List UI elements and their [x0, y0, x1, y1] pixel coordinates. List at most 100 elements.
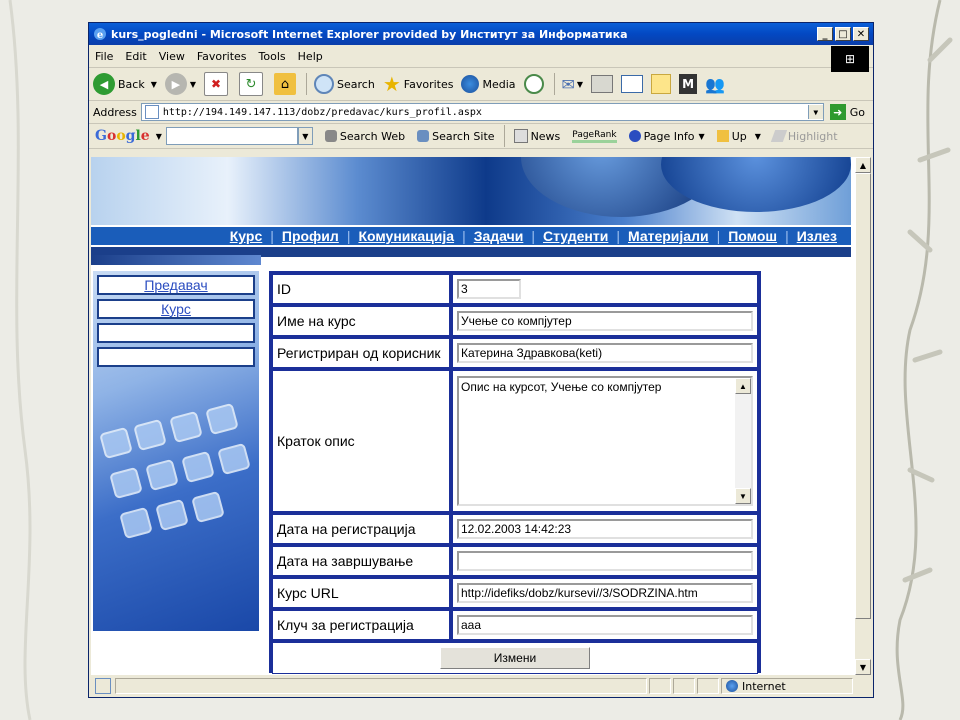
nav-tasks[interactable]: Задачи	[466, 228, 532, 244]
media-button[interactable]: Media	[457, 70, 519, 98]
forward-button[interactable]: ▶ ▼	[161, 70, 200, 98]
registration-date-field[interactable]: 12.02.2003 14:42:23	[457, 519, 753, 539]
end-date-field[interactable]	[457, 551, 753, 571]
nav-profile[interactable]: Профил	[274, 228, 347, 244]
stop-icon: ✖	[204, 72, 229, 96]
highlighter-icon	[770, 130, 788, 142]
address-dropdown-button[interactable]: ▼	[807, 105, 823, 119]
nav-students[interactable]: Студенти	[535, 228, 616, 244]
history-button[interactable]	[520, 70, 551, 98]
edit-icon	[621, 75, 644, 93]
status-cell	[697, 678, 719, 694]
nav-course[interactable]: Курс	[222, 228, 270, 244]
mail-button[interactable]: ✉ ▼	[558, 70, 588, 98]
go-label: Go	[849, 105, 865, 119]
registered-by-field[interactable]: Катерина Здравкова(keti)	[457, 343, 753, 363]
search-button[interactable]: Search	[310, 70, 379, 98]
search-site-button[interactable]: Search Site	[411, 130, 500, 143]
end-date-label: Дата на завршување	[272, 546, 450, 576]
print-icon	[591, 75, 614, 93]
sidebar-item-course[interactable]: Курс	[97, 299, 255, 319]
stop-button[interactable]: ✖	[200, 70, 235, 98]
note-icon	[651, 74, 672, 94]
google-search-dropdown[interactable]: ▼	[297, 127, 313, 145]
refresh-button[interactable]: ↻	[235, 70, 270, 98]
up-button[interactable]: Up ▼	[711, 130, 767, 143]
nav-materials[interactable]: Материјали	[620, 228, 717, 244]
highlight-button[interactable]: Highlight	[767, 130, 844, 143]
page-viewport: Курс | Профил | Комуникација | Задачи | Студ…	[91, 157, 855, 675]
registered-by-cell: Катерина Здравкова(keti)	[452, 338, 758, 368]
mail-icon: ✉	[561, 74, 575, 94]
form-row-id: ID 3	[272, 274, 758, 304]
menu-file[interactable]: File	[89, 50, 119, 63]
description-textarea[interactable]: Опис на курсот, Учење со компјутер ▲ ▼	[457, 376, 753, 506]
standard-toolbar: ◀ Back ▼ ▶ ▼ ✖ ↻ ⌂ Search ★ Favorites Me…	[89, 68, 873, 101]
info-icon	[628, 130, 641, 142]
status-bar: Internet	[91, 677, 871, 695]
news-icon	[513, 129, 528, 143]
page-scroll-thumb[interactable]	[855, 173, 871, 619]
menu-tools[interactable]: Tools	[253, 50, 292, 63]
page-info-button[interactable]: Page Info ▼	[623, 130, 711, 143]
registration-key-field[interactable]: aaa	[457, 615, 753, 635]
textarea-scrollbar[interactable]: ▲ ▼	[735, 378, 751, 504]
menu-view[interactable]: View	[153, 50, 191, 63]
go-button[interactable]: ➜ Go	[829, 104, 865, 120]
address-input[interactable]: http://194.149.147.113/dobz/predavac/kur…	[140, 103, 824, 121]
course-url-field[interactable]: http://idefiks/dobz/kursevi//3/SODRZINA.…	[457, 583, 753, 603]
maximize-button[interactable]: □	[835, 27, 851, 41]
media-icon	[461, 75, 480, 93]
search-label: Search	[337, 77, 375, 91]
form-row-end-date: Дата на завршување	[272, 546, 758, 576]
sidebar-item-empty	[97, 323, 255, 343]
menu-favorites[interactable]: Favorites	[191, 50, 253, 63]
internet-globe-icon	[726, 680, 738, 692]
id-field[interactable]: 3	[457, 279, 521, 299]
google-logo[interactable]: Google	[95, 128, 150, 144]
description-text: Опис на курсот, Учење со компјутер	[461, 380, 662, 394]
browser-window: e kurs_pogledni - Microsoft Internet Exp…	[88, 22, 874, 698]
back-button[interactable]: ◀ Back ▼	[89, 70, 161, 98]
change-button[interactable]: Измени	[440, 647, 590, 669]
sidebar-item-lecturer[interactable]: Предавач	[97, 275, 255, 295]
pagerank-label: PageRank	[572, 130, 617, 143]
search-web-label: Search Web	[339, 129, 406, 143]
scroll-down-icon[interactable]: ▼	[735, 488, 751, 504]
page-scroll-up-icon[interactable]: ▲	[855, 157, 871, 173]
page-scroll-down-icon[interactable]: ▼	[855, 659, 871, 675]
history-icon	[523, 74, 544, 94]
home-button[interactable]: ⌂	[270, 70, 303, 98]
close-button[interactable]: ✕	[853, 27, 869, 41]
scroll-up-icon[interactable]: ▲	[735, 378, 751, 394]
favorites-button[interactable]: ★ Favorites	[379, 70, 458, 98]
registration-date-label: Дата на регистрација	[272, 514, 450, 544]
print-button[interactable]	[587, 70, 617, 98]
nav-logout[interactable]: Излез	[789, 228, 845, 244]
nav-help[interactable]: Помош	[720, 228, 785, 244]
course-name-field[interactable]: Учење со компјутер	[457, 311, 753, 331]
discuss-button[interactable]	[647, 70, 675, 98]
search-web-button[interactable]: Search Web	[319, 130, 411, 143]
toolbar-separator	[503, 125, 505, 147]
media-label: Media	[482, 77, 516, 91]
up-folder-icon	[716, 130, 729, 142]
messenger-button[interactable]: 👥	[701, 70, 729, 98]
status-zone-cell: Internet	[721, 678, 853, 694]
news-button[interactable]: News	[508, 129, 567, 143]
page-scrollbar[interactable]: ▲ ▼	[855, 157, 871, 675]
menu-help[interactable]: Help	[292, 50, 329, 63]
left-sidebar: Предавач Курс	[93, 271, 259, 631]
messenger-m-button[interactable]: M	[675, 70, 701, 98]
google-search-input[interactable]	[165, 127, 298, 145]
edit-button[interactable]	[617, 70, 647, 98]
menu-edit[interactable]: Edit	[119, 50, 152, 63]
pagerank-indicator: PageRank	[566, 130, 622, 143]
course-name-label: Име на курс	[272, 306, 450, 336]
status-cell	[649, 678, 671, 694]
minimize-button[interactable]: _	[817, 27, 833, 41]
refresh-icon: ↻	[239, 72, 264, 96]
status-cell	[673, 678, 695, 694]
menu-bar: File Edit View Favorites Tools Help ⊞	[89, 45, 873, 72]
nav-communication[interactable]: Комуникација	[350, 228, 462, 244]
